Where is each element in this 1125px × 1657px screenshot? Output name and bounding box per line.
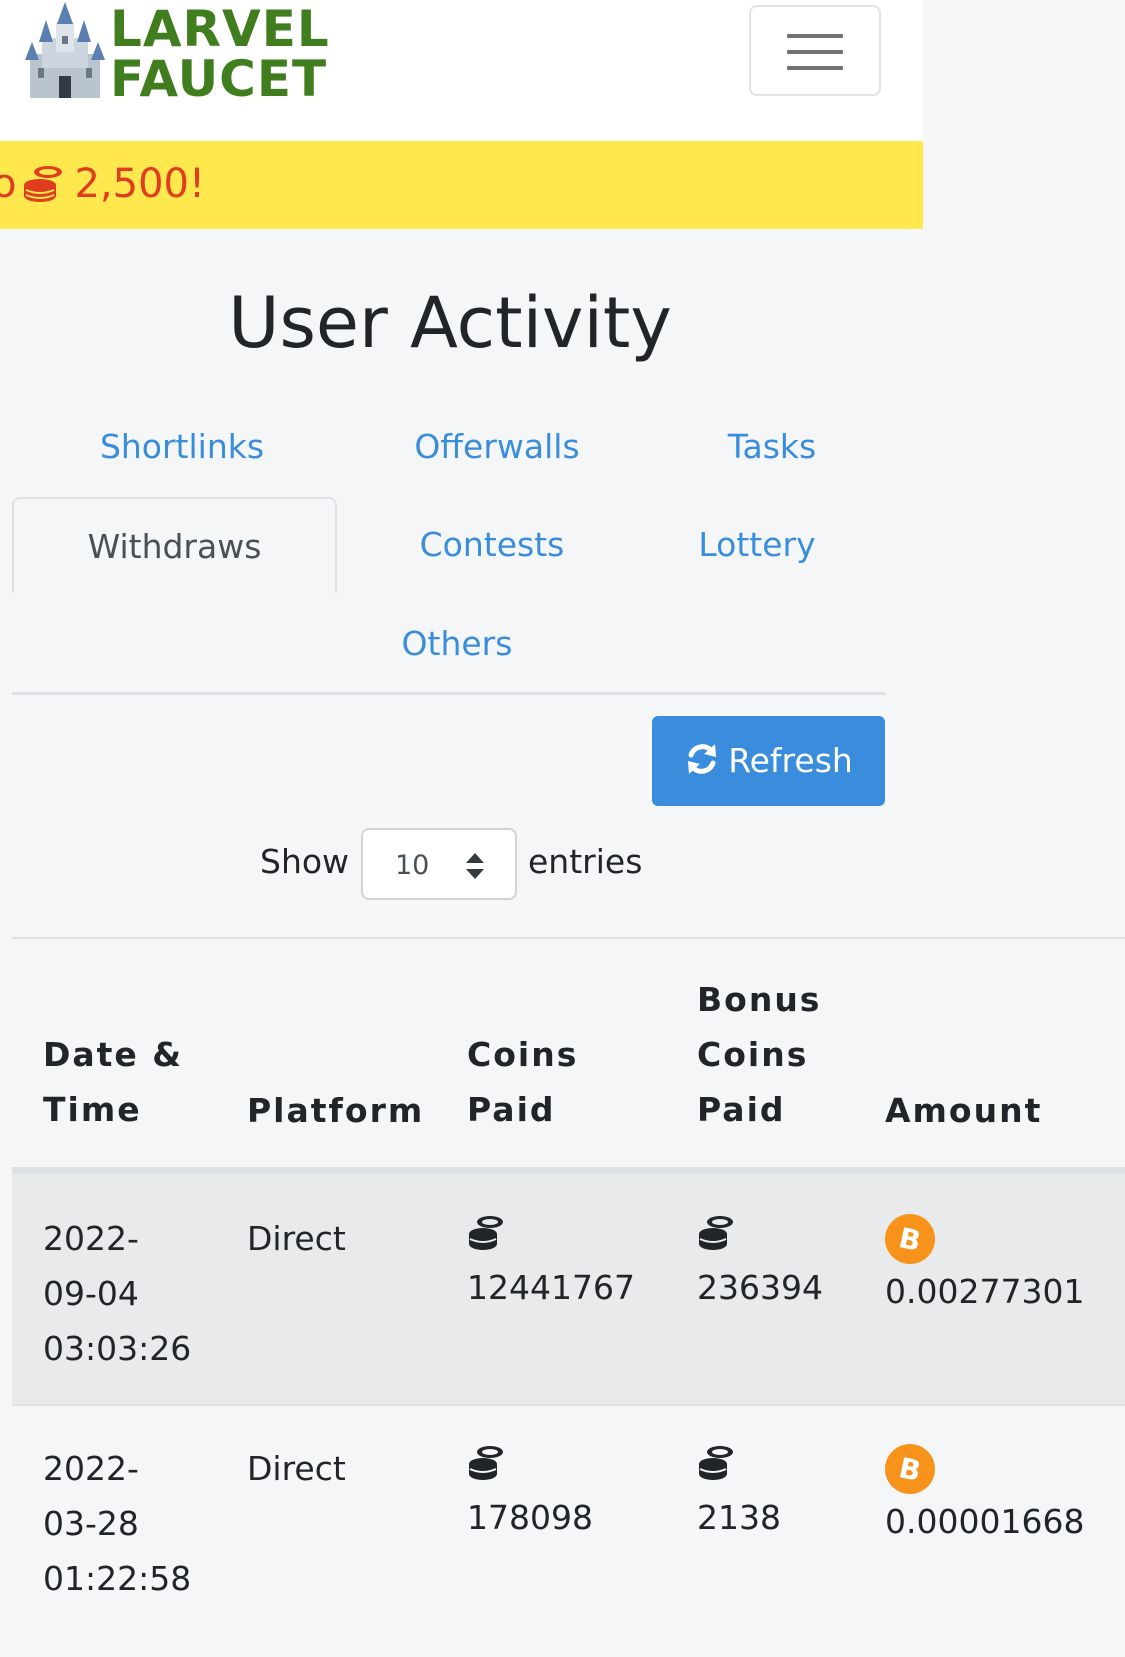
table-row: 2022- 09-04 03:03:26 Direct 12441767 236… xyxy=(12,1174,1125,1404)
coins-paid-value: 12441767 xyxy=(467,1268,635,1307)
hamburger-icon-bar xyxy=(787,50,843,54)
page-title: User Activity xyxy=(228,282,672,364)
logo-line-2: FAUCET xyxy=(110,50,328,108)
tab-offerwalls[interactable]: Offerwalls xyxy=(382,427,612,467)
th-platform-label: Platform xyxy=(247,1091,425,1130)
bitcoin-icon: B xyxy=(885,1444,935,1494)
date-line-1: 2022- xyxy=(43,1449,139,1488)
coins-stack-icon xyxy=(24,166,63,202)
navbar-toggle-button[interactable] xyxy=(749,5,881,96)
th-date-line-2: Time xyxy=(43,1090,142,1129)
th-coins-line-1: Coins xyxy=(467,1035,579,1074)
cell-platform: Direct xyxy=(247,1449,346,1488)
th-bonus-coins-paid[interactable]: Bonus Coins Paid xyxy=(697,972,821,1137)
th-bonus-line-3: Paid xyxy=(697,1090,786,1129)
entries-select-value: 10 xyxy=(395,850,430,881)
promo-banner: o 2,500! xyxy=(0,141,923,229)
select-arrows-icon xyxy=(466,853,484,879)
th-coins-paid[interactable]: Coins Paid xyxy=(467,1027,578,1137)
cell-coins-paid: 12441767 xyxy=(467,1214,635,1315)
date-line-3: 01:22:58 xyxy=(43,1559,192,1598)
cell-bonus-coins-paid: 2138 xyxy=(697,1444,781,1545)
activity-tabs: Shortlinks Offerwalls Tasks Withdraws Co… xyxy=(12,395,886,695)
tab-lottery[interactable]: Lottery xyxy=(682,525,832,565)
coins-stack-icon xyxy=(699,1446,733,1480)
th-coins-line-2: Paid xyxy=(467,1090,556,1129)
hamburger-icon-bar xyxy=(787,66,843,70)
cell-date-time: 2022- 03-28 01:22:58 xyxy=(43,1441,203,1606)
entries-select[interactable]: 10 xyxy=(361,828,517,900)
th-amount[interactable]: Amount xyxy=(885,1083,1042,1138)
date-line-2: 03-28 xyxy=(43,1504,139,1543)
hamburger-icon xyxy=(787,34,843,38)
promo-amount: 2,500! xyxy=(74,161,206,207)
date-line-3: 03:03:26 xyxy=(43,1329,192,1368)
amount-value: 0.00277301 xyxy=(885,1272,1085,1311)
tab-shortlinks[interactable]: Shortlinks xyxy=(72,427,292,467)
site-logo[interactable]: LARVEL FAUCET xyxy=(24,2,329,106)
entries-label: entries xyxy=(528,842,643,881)
cell-coins-paid: 178098 xyxy=(467,1444,593,1545)
th-bonus-line-2: Coins xyxy=(697,1035,809,1074)
cell-date-time: 2022- 09-04 03:03:26 xyxy=(43,1211,203,1376)
th-amount-label: Amount xyxy=(885,1091,1043,1130)
tab-withdraws[interactable]: Withdraws xyxy=(12,497,337,593)
cell-bonus-coins-paid: 236394 xyxy=(697,1214,823,1315)
show-label: Show xyxy=(260,842,350,881)
promo-text: o 2,500! xyxy=(0,160,205,208)
refresh-label: Refresh xyxy=(728,741,853,780)
coins-stack-icon xyxy=(469,1446,503,1480)
table-row: 2022- 03-28 01:22:58 Direct 178098 2138 … xyxy=(12,1406,1125,1657)
amount-value: 0.00001668 xyxy=(885,1502,1085,1541)
tab-others[interactable]: Others xyxy=(372,624,542,664)
logo-text: LARVEL FAUCET xyxy=(110,4,330,104)
navbar: LARVEL FAUCET xyxy=(0,0,923,141)
coins-stack-icon xyxy=(699,1216,733,1250)
bonus-coins-paid-value: 236394 xyxy=(697,1268,823,1307)
th-platform[interactable]: Platform xyxy=(247,1083,424,1138)
refresh-button[interactable]: Refresh xyxy=(652,716,885,806)
tab-contests[interactable]: Contests xyxy=(392,525,592,565)
promo-partial-text: o xyxy=(0,161,17,207)
castle-logo-icon xyxy=(25,2,105,98)
date-line-1: 2022- xyxy=(43,1219,139,1258)
cell-amount: B 0.00001668 xyxy=(885,1444,1084,1549)
th-bonus-line-1: Bonus xyxy=(697,980,822,1019)
coins-stack-icon xyxy=(469,1216,503,1250)
logo-line-1: LARVEL xyxy=(110,0,330,58)
table-top-border xyxy=(12,937,1125,939)
bitcoin-icon: B xyxy=(885,1214,935,1264)
bonus-coins-paid-value: 2138 xyxy=(697,1498,781,1537)
coins-paid-value: 178098 xyxy=(467,1498,593,1537)
table-header-border xyxy=(12,1167,1125,1174)
cell-amount: B 0.00277301 xyxy=(885,1214,1084,1319)
th-date-time[interactable]: Date & Time xyxy=(43,1027,183,1137)
refresh-icon xyxy=(688,744,717,774)
tabs-divider xyxy=(12,692,886,695)
th-date-line-1: Date & xyxy=(43,1035,184,1074)
date-line-2: 09-04 xyxy=(43,1274,139,1313)
tab-tasks[interactable]: Tasks xyxy=(702,427,842,467)
cell-platform: Direct xyxy=(247,1219,346,1258)
